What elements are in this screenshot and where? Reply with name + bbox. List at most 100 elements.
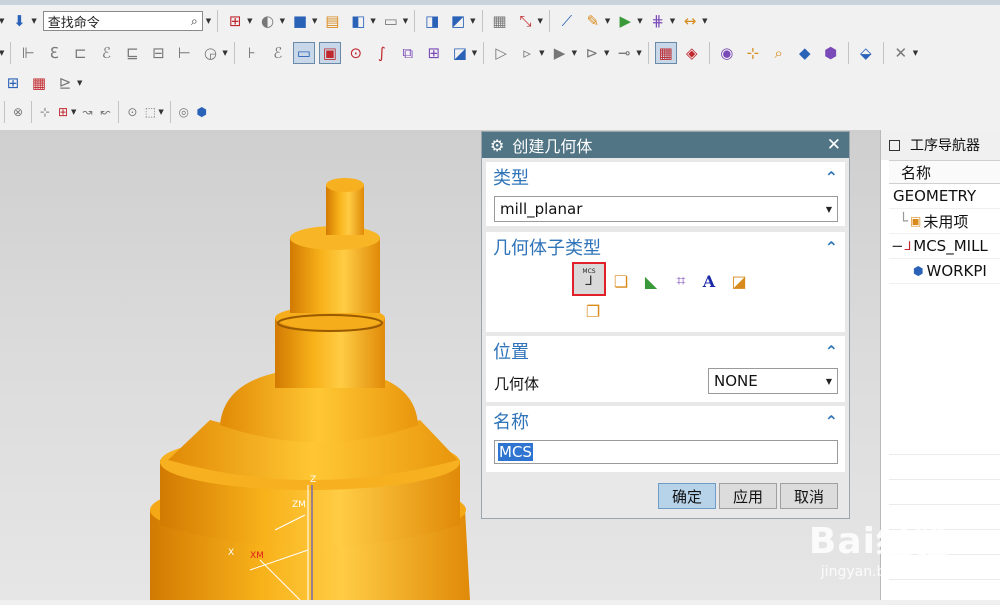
dropdown-arrow-icon[interactable]: ▼ [470, 17, 475, 25]
dropdown-arrow-icon[interactable]: ▼ [31, 17, 36, 25]
snap-center-icon[interactable]: ⊙ [124, 104, 140, 120]
create-tool-icon[interactable]: ℇ [43, 42, 65, 64]
feature-icon[interactable]: ▷ [490, 42, 512, 64]
layer-icon[interactable]: ▤ [321, 10, 343, 32]
workpiece-subtype-icon[interactable]: ❏ [610, 270, 632, 292]
shaded-cube-icon[interactable]: ■ [289, 10, 311, 32]
create-geometry-icon[interactable]: ⊏ [69, 42, 91, 64]
fit-view-icon[interactable]: ⊞ [224, 10, 246, 32]
feature-group-icon[interactable]: ▹ [516, 42, 538, 64]
dropdown-arrow-icon[interactable]: ▼ [403, 17, 408, 25]
program-order-icon[interactable]: ⊟ [147, 42, 169, 64]
shop-doc-icon[interactable]: ⊞ [423, 42, 445, 64]
collapse-chevron-icon[interactable]: ⌃ [825, 342, 838, 361]
simulate-icon[interactable]: ⊙ [345, 42, 367, 64]
assign-feature-icon[interactable]: ⬙ [855, 42, 877, 64]
edit-tool-icon[interactable]: ◈ [681, 42, 703, 64]
snap-quadrant-icon[interactable]: ⬚ [142, 104, 158, 120]
dropdown-arrow-icon[interactable]: ▼ [605, 17, 610, 25]
collapse-icon[interactable]: − [891, 237, 904, 255]
tool-list-icon[interactable]: ▦ [28, 72, 50, 94]
search-icon[interactable]: ⌕ [191, 14, 198, 29]
solid-icon[interactable]: ⬢ [194, 104, 210, 120]
clip-section-icon[interactable]: ◩ [447, 10, 469, 32]
grid-snap-icon[interactable]: ⋕ [647, 10, 669, 32]
dropdown-arrow-icon[interactable]: ▼ [77, 79, 82, 87]
feature-machine-icon[interactable]: ⊳ [581, 42, 603, 64]
generate-path-icon[interactable]: ℰ [267, 42, 289, 64]
verify-path-icon[interactable]: ▣ [318, 42, 341, 64]
dropdown-arrow-icon[interactable]: ▼ [604, 49, 609, 57]
create-method-icon[interactable]: ℰ [95, 42, 117, 64]
snap-point-icon[interactable]: ⊗ [10, 104, 26, 120]
create-program-icon[interactable]: ⊩ [17, 42, 39, 64]
output-cls-icon[interactable]: ◪ [449, 42, 471, 64]
mcs-subtype-button[interactable]: MCS ⅃ [572, 262, 606, 296]
dropdown-arrow-icon[interactable]: ▼ [0, 17, 4, 25]
measure-icon[interactable]: ⟋ [556, 10, 578, 32]
subtype-panel-header[interactable]: 几何体子类型 ⌃ [486, 232, 845, 262]
section-view-icon[interactable]: ◨ [421, 10, 443, 32]
cancel-button[interactable]: 取消 [780, 483, 838, 509]
workpiece-display-icon[interactable]: ⊞ [2, 72, 24, 94]
mill-geom-subtype-icon[interactable]: ◪ [728, 270, 750, 292]
curve-icon[interactable]: ∫ [371, 42, 393, 64]
apply-button[interactable]: 应用 [719, 483, 777, 509]
collapse-chevron-icon[interactable]: ⌃ [825, 238, 838, 257]
selection-icon[interactable]: ◎ [176, 104, 192, 120]
collapse-chevron-icon[interactable]: ⌃ [825, 168, 838, 187]
dropdown-arrow-icon[interactable]: ▼ [539, 49, 544, 57]
dropdown-arrow-icon[interactable]: ▼ [71, 108, 76, 116]
snap-end-icon[interactable]: ⊹ [37, 104, 53, 120]
machine-tool-icon[interactable]: ⊢ [173, 42, 195, 64]
tree-row-geometry[interactable]: GEOMETRY [889, 184, 1000, 209]
geometry-view-icon[interactable]: ◶ [199, 42, 221, 64]
dropdown-arrow-icon[interactable]: ▼ [158, 108, 163, 116]
dropdown-arrow-icon[interactable]: ▼ [913, 49, 918, 57]
dropdown-arrow-icon[interactable]: ▼ [572, 49, 577, 57]
background-icon[interactable]: ▭ [380, 10, 402, 32]
location-panel-header[interactable]: 位置 ⌃ [486, 336, 845, 366]
dropdown-arrow-icon[interactable]: ▼ [206, 17, 211, 25]
navigator-column-header[interactable]: 名称 [889, 160, 1000, 184]
mill-text-subtype-icon[interactable]: A [698, 270, 720, 292]
postprocess-icon[interactable]: ⧉ [397, 42, 419, 64]
fixture-icon[interactable]: ⊵ [54, 72, 76, 94]
type-select[interactable]: mill_planar ▼ [494, 196, 838, 222]
snap-intersect-icon[interactable]: ↜ [97, 104, 113, 120]
snap-control-icon[interactable]: ↝ [79, 104, 95, 120]
dropdown-arrow-icon[interactable]: ▼ [247, 17, 252, 25]
object-display-icon[interactable]: ▶ [614, 10, 636, 32]
dropdown-arrow-icon[interactable]: ▼ [280, 17, 285, 25]
type-panel-header[interactable]: 类型 ⌃ [486, 162, 845, 192]
mill-boundary-subtype-icon[interactable]: ⌗ [670, 270, 692, 292]
method-view-icon[interactable]: ⊦ [241, 42, 263, 64]
wcs-icon[interactable]: ⤡ [515, 10, 537, 32]
dropdown-arrow-icon[interactable]: ▼ [370, 17, 375, 25]
tool-select-icon[interactable]: ⬇ [8, 10, 30, 32]
properties-icon[interactable]: ◆ [794, 42, 816, 64]
dimension-icon[interactable]: ↔ [679, 10, 701, 32]
collapse-chevron-icon[interactable]: ⌃ [825, 412, 838, 431]
dropdown-arrow-icon[interactable]: ▼ [312, 17, 317, 25]
find-object-icon[interactable]: ⌕ [768, 42, 790, 64]
tree-row-mcs-mill[interactable]: − ⅃ MCS_MILL [889, 234, 1000, 259]
dropdown-arrow-icon[interactable]: ▼ [702, 17, 707, 25]
render-style-icon[interactable]: ◐ [257, 10, 279, 32]
snap-mid-icon[interactable]: ⊞ [55, 104, 71, 120]
table-icon[interactable]: ▦ [489, 10, 511, 32]
dropdown-arrow-icon[interactable]: ▼ [670, 17, 675, 25]
dropdown-arrow-icon[interactable]: ▼ [0, 49, 4, 57]
close-icon[interactable]: ✕ [827, 135, 841, 155]
object-icon[interactable]: ◉ [716, 42, 738, 64]
dialog-title-bar[interactable]: ⚙ 创建几何体 ✕ [482, 132, 849, 158]
mill-area-subtype-icon[interactable]: ◣ [640, 270, 662, 292]
feature-process-icon[interactable]: ⊸ [613, 42, 635, 64]
ok-button[interactable]: 确定 [658, 483, 716, 509]
name-input[interactable]: MCS [494, 440, 838, 464]
create-operation-icon[interactable]: ⊑ [121, 42, 143, 64]
restore-icon[interactable] [889, 139, 900, 151]
tree-row-unused[interactable]: └ ▣ 未用项 [889, 209, 1000, 234]
toolpath-display-icon[interactable]: ▦ [654, 42, 677, 64]
display-object-icon[interactable]: ⬢ [820, 42, 842, 64]
